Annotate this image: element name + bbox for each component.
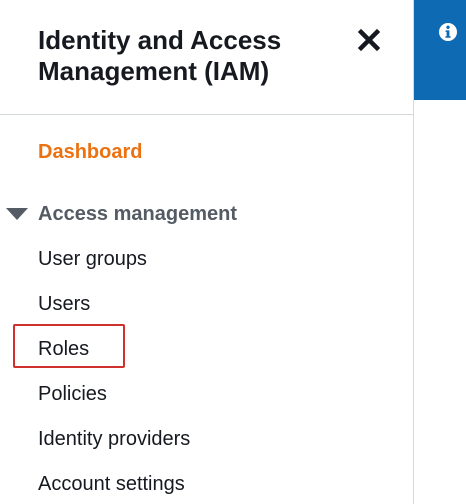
service-title: Identity and Access Management (IAM) <box>38 25 282 86</box>
navigation-sidebar: Identity and Access Management (IAM) Das… <box>0 0 413 504</box>
caret-down-icon <box>6 208 28 220</box>
info-panel-toggle[interactable] <box>414 0 466 100</box>
nav-policies[interactable]: Policies <box>38 383 107 406</box>
sidebar-header: Identity and Access Management (IAM) <box>0 0 413 115</box>
nav-user-groups[interactable]: User groups <box>38 248 147 271</box>
nav-account-settings[interactable]: Account settings <box>38 473 185 496</box>
nav-users[interactable]: Users <box>38 293 90 316</box>
info-icon <box>439 23 457 41</box>
close-button[interactable] <box>356 27 382 53</box>
roles-highlight-box <box>13 324 125 368</box>
nav-dashboard-link[interactable]: Dashboard <box>38 141 142 164</box>
close-icon <box>357 28 381 52</box>
nav-identity-providers[interactable]: Identity providers <box>38 428 190 451</box>
section-access-management[interactable]: Access management <box>6 202 237 226</box>
section-label: Access management <box>38 202 237 225</box>
